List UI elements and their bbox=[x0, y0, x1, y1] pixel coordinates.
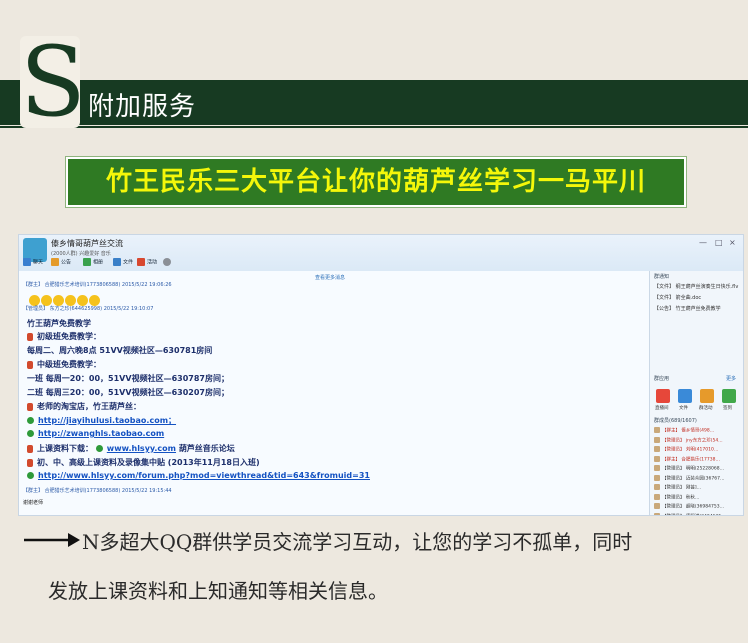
qq-group-window: 傣乡情哥葫芦丝交流 (2000人群) 兴趣爱好 音乐 — □ × 聊天 公告 相… bbox=[18, 234, 744, 516]
member-avatar bbox=[654, 427, 660, 433]
activity-app-icon[interactable] bbox=[700, 389, 714, 403]
album-tab[interactable]: 相册 bbox=[83, 258, 103, 266]
message-header: 【群主】 合肥猎乐艺术培训(1773806588) 2015/5/22 19:1… bbox=[23, 488, 172, 494]
taobao-link-2[interactable]: http://zwanghls.taobao.com bbox=[38, 429, 164, 438]
description-line-2: 发放上课资料和上知通知等相关信息。 bbox=[48, 579, 388, 603]
subtitle-text: 竹王民乐三大平台让你的葫芦丝学习一马平川 bbox=[105, 167, 646, 197]
live-app-icon[interactable] bbox=[656, 389, 670, 403]
link-icon bbox=[27, 472, 34, 479]
close-button[interactable]: × bbox=[729, 238, 736, 247]
notice-icon bbox=[51, 258, 59, 266]
activity-tab[interactable]: 活动 bbox=[137, 258, 157, 266]
member-avatar bbox=[654, 465, 660, 471]
album-icon bbox=[83, 258, 91, 266]
subtitle-box: 竹王民乐三大平台让你的葫芦丝学习一马平川 bbox=[66, 157, 686, 207]
message-line: 初、中、高级上课资料及录像集中贴 (2013年11月18日入班) bbox=[27, 457, 260, 468]
message-link-line: http://www.hlsyy.com/forum.php?mod=viewt… bbox=[27, 471, 370, 480]
member-avatar bbox=[654, 455, 660, 462]
member-item[interactable]: 【群主】 傣乡情哥(498… bbox=[654, 427, 714, 434]
description-line-1: N多超大QQ群供学员交流学习互动，让您的学习不孤单，同时 bbox=[82, 530, 633, 554]
gourd-icon bbox=[27, 402, 33, 411]
forum-thread-link[interactable]: http://www.hlsyy.com/forum.php?mod=viewt… bbox=[38, 471, 370, 480]
notice-tab[interactable]: 公告 bbox=[51, 258, 71, 266]
app-label: 群活动 bbox=[699, 406, 713, 411]
group-name: 傣乡情哥葫芦丝交流 bbox=[51, 239, 123, 248]
checkin-app-icon[interactable] bbox=[722, 389, 736, 403]
member-item[interactable]: 【管理员】 迈装众圆(36767… bbox=[654, 474, 725, 481]
member-avatar bbox=[654, 446, 660, 452]
member-item[interactable]: 【管理员】 明明(25228068… bbox=[654, 465, 724, 472]
section-initial-letter: S bbox=[20, 26, 86, 138]
flag-icon bbox=[137, 258, 145, 266]
message-line: 老师的淘宝店，竹王葫芦丝： bbox=[27, 401, 141, 412]
message-line: 初级班免费教学： bbox=[27, 331, 101, 342]
message-line: 谢谢老师 bbox=[23, 500, 44, 506]
taobao-link-1[interactable]: http://jiayihulusi.taobao.com； bbox=[38, 416, 176, 425]
file-tab[interactable]: 文件 bbox=[113, 258, 133, 266]
link-icon bbox=[95, 445, 103, 452]
gourd-icon bbox=[27, 444, 33, 453]
gourd-icon bbox=[27, 458, 33, 467]
member-item[interactable]: 【管理员】 刘明(417010… bbox=[654, 446, 718, 453]
member-avatar bbox=[654, 484, 660, 490]
members-title: 群成员(689/1607) bbox=[654, 418, 697, 424]
arrow-right-icon bbox=[24, 533, 80, 547]
right-panel: 群通知 【文件】 纲王葫芦丝演奏生日快乐.flv 【文件】 箭全曲.doc 【公… bbox=[649, 271, 743, 515]
member-item[interactable]: 【群主】 合肥猎乐(17738… bbox=[654, 455, 720, 462]
window-titlebar: 傣乡情哥葫芦丝交流 (2000人群) 兴趣爱好 音乐 — □ × 聊天 公告 相… bbox=[19, 235, 743, 271]
member-item[interactable]: 【管理员】 jny东方之珍(54… bbox=[654, 436, 723, 443]
message-line: 中级班免费教学： bbox=[27, 359, 101, 370]
member-item[interactable]: 【管理员】 超晓(36984753… bbox=[654, 503, 724, 510]
member-item[interactable]: 【管理员】 秋秋… bbox=[654, 493, 699, 500]
chat-area[interactable]: 查看更多消息 【群主】 合肥猎乐艺术培训(1773806588) 2015/5/… bbox=[19, 271, 649, 515]
member-avatar bbox=[654, 493, 660, 500]
message-link-line: http://jiayihulusi.taobao.com； bbox=[27, 415, 176, 426]
group-toolbar: 聊天 公告 相册 文件 活动 bbox=[19, 255, 649, 271]
file-app-icon[interactable] bbox=[678, 389, 692, 403]
app-label: 文件 bbox=[679, 406, 688, 411]
gourd-icon bbox=[27, 332, 33, 341]
app-label: 直播间 bbox=[655, 406, 669, 411]
notice-item[interactable]: 【文件】 箭全曲.doc bbox=[654, 294, 701, 301]
message-line: 一班 每周一20：00，51VV视频社区—630787房间； bbox=[27, 374, 229, 383]
message-line: 二班 每周三20：00，51VV视频社区—630207房间； bbox=[27, 388, 229, 397]
maximize-button[interactable]: □ bbox=[715, 238, 723, 247]
notice-title: 群通知 bbox=[654, 274, 670, 280]
app-label: 签到 bbox=[723, 406, 732, 411]
notice-item[interactable]: 【文件】 纲王葫芦丝演奏生日快乐.flv bbox=[654, 283, 738, 290]
member-avatar bbox=[654, 436, 660, 443]
gourd-icon bbox=[27, 360, 33, 369]
message-line: 每周二、周六晚8点 51VV视频社区—630781房间 bbox=[27, 346, 213, 355]
folder-icon bbox=[113, 258, 121, 266]
link-icon bbox=[27, 430, 34, 437]
message-line: 竹王葫芦免费教学 bbox=[27, 319, 91, 328]
minimize-button[interactable]: — bbox=[699, 238, 707, 247]
view-more-messages-link[interactable]: 查看更多消息 bbox=[315, 274, 345, 281]
link-icon bbox=[27, 417, 34, 424]
member-avatar bbox=[654, 503, 660, 509]
member-item[interactable]: 【管理员】 刚芸]… bbox=[654, 484, 701, 491]
member-item[interactable]: 【管理员】 康熙满(3404135… bbox=[654, 512, 726, 515]
message-header: 【群主】 合肥猎乐艺术培训(1773806588) 2015/5/22 19:0… bbox=[23, 282, 172, 288]
gear-icon bbox=[163, 258, 171, 266]
settings-tab[interactable] bbox=[163, 258, 173, 266]
section-title: 附加服务 bbox=[88, 92, 197, 122]
message-link-line: http://zwanghls.taobao.com bbox=[27, 429, 164, 438]
member-avatar bbox=[654, 474, 660, 481]
banner-divider bbox=[0, 126, 748, 128]
notice-item[interactable]: 【公告】 竹王葫芦丝免费教学 bbox=[654, 305, 721, 312]
apps-more-link[interactable]: 更多 bbox=[726, 375, 736, 382]
chat-tab[interactable]: 聊天 bbox=[23, 258, 43, 266]
forum-link[interactable]: www.hlsyy.com bbox=[107, 444, 176, 453]
message-line: 上课资料下载： www.hlsyy.com 葫芦丝音乐论坛 bbox=[27, 443, 235, 454]
message-header: 【管理员】 东方之珍(644625998) 2015/5/22 19:10:07 bbox=[23, 306, 154, 312]
chat-icon bbox=[23, 258, 31, 266]
member-avatar bbox=[654, 512, 660, 515]
apps-title: 群应用 bbox=[654, 376, 670, 382]
